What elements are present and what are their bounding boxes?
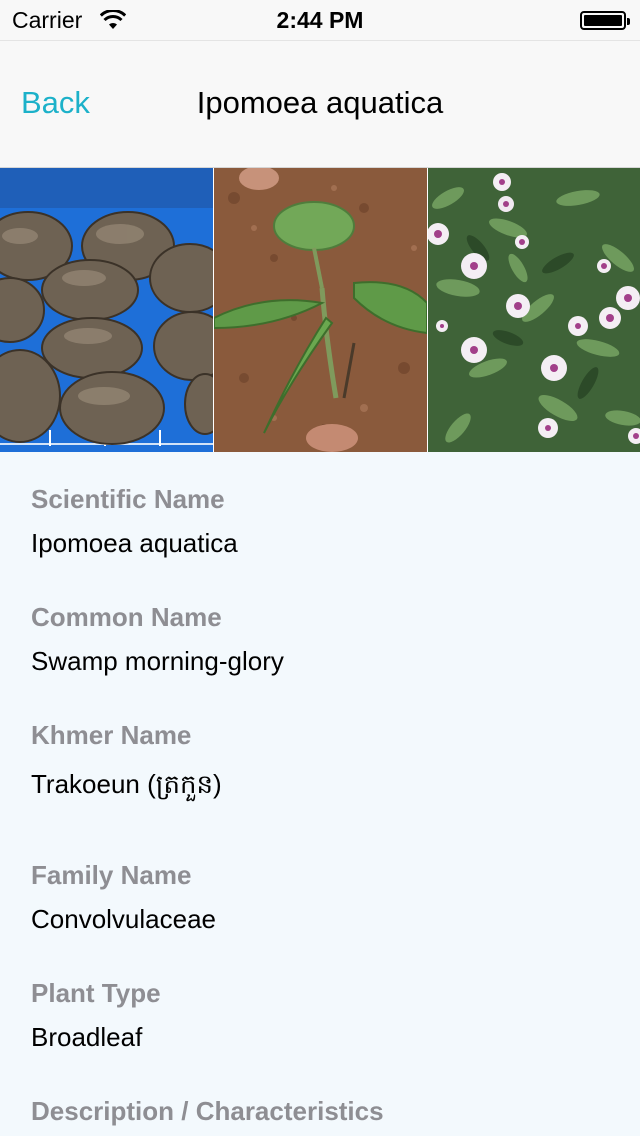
seeds-photo[interactable] <box>0 168 213 452</box>
photo-gallery[interactable] <box>0 168 640 452</box>
common-name-label: Common Name <box>31 602 222 632</box>
clock: 2:44 PM <box>276 7 364 33</box>
common-name-value: Swamp morning-glory <box>31 646 284 676</box>
battery-icon <box>580 11 630 30</box>
flowers-photo[interactable] <box>428 168 640 452</box>
page-title: Ipomoea aquatica <box>196 85 444 120</box>
family-name-field: Family Name Convolvulaceae <box>31 860 611 935</box>
khmer-name-value: Trakoeun (ត្រកួន) <box>31 769 222 799</box>
plant-type-field: Plant Type Broadleaf <box>31 978 611 1053</box>
description-field: Description / Characteristics <box>31 1096 611 1127</box>
common-name-field: Common Name Swamp morning-glory <box>31 602 611 677</box>
plant-details[interactable]: Scientific Name Ipomoea aquatica Common … <box>0 452 640 1136</box>
scientific-name-value: Ipomoea aquatica <box>31 528 238 558</box>
plant-type-value: Broadleaf <box>31 1022 143 1052</box>
seedling-photo[interactable] <box>214 168 427 452</box>
family-name-value: Convolvulaceae <box>31 904 217 934</box>
status-bar: Carrier 2:44 PM <box>0 0 640 40</box>
khmer-name-label: Khmer Name <box>31 720 192 750</box>
scientific-name-field: Scientific Name Ipomoea aquatica <box>31 484 611 559</box>
description-label: Description / Characteristics <box>31 1096 384 1126</box>
navigation-bar: Back Ipomoea aquatica <box>0 40 640 168</box>
khmer-name-field: Khmer Name Trakoeun (ត្រកួន) <box>31 720 611 806</box>
family-name-label: Family Name <box>31 860 192 890</box>
scientific-name-label: Scientific Name <box>31 484 225 514</box>
plant-type-label: Plant Type <box>31 978 161 1008</box>
